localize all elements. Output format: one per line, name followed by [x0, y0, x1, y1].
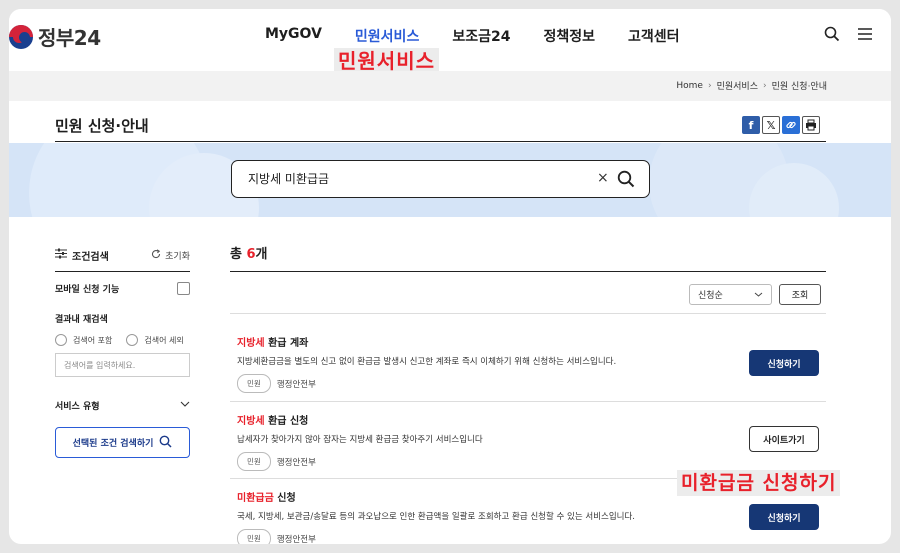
- count-suffix: 개: [255, 247, 268, 262]
- result-title[interactable]: 지방세 환급 신청: [237, 412, 826, 427]
- mobile-filter-label: 모바일 신청 기능: [55, 284, 120, 295]
- filter-sidebar: 조건검색 초기화 모바일 신청 기능 결과내 재검색 검색어 포함 검색어 세외: [55, 245, 190, 458]
- breadcrumb-bar: Home › 민원서비스 › 민원 신청·안내: [9, 71, 891, 101]
- title-highlight: 지방세: [237, 416, 265, 427]
- breadcrumb-current: 민원 신청·안내: [771, 82, 827, 92]
- type-tag: 민원: [237, 529, 271, 544]
- search-icon[interactable]: [824, 26, 840, 46]
- type-tag: 민원: [237, 452, 271, 471]
- reset-label: 초기화: [165, 251, 190, 262]
- site-logo[interactable]: 정부24: [9, 22, 101, 51]
- visit-site-button[interactable]: 사이트가기: [749, 426, 819, 452]
- result-description: 지방세환급금을 별도의 신고 없이 환급금 발생시 신고한 계좌로 즉시 이체하…: [237, 357, 617, 367]
- apply-button[interactable]: 신청하기: [749, 350, 819, 376]
- nav-policy-info[interactable]: 정책정보: [543, 26, 595, 46]
- nav-mygov[interactable]: MyGOV: [265, 26, 322, 46]
- count-prefix: 총: [230, 247, 247, 262]
- title-divider: [55, 141, 826, 142]
- page-title: 민원 신청·안내: [55, 117, 149, 135]
- title-rest: 환급 신청: [264, 416, 309, 427]
- keyword-input[interactable]: [55, 353, 190, 377]
- link-icon[interactable]: [782, 116, 800, 134]
- sort-selected: 신청순: [698, 291, 723, 301]
- org-label: 행정안전부: [276, 379, 316, 390]
- chevron-down-icon[interactable]: [180, 400, 190, 410]
- main-nav: MyGOV 민원서비스 보조금24 정책정보 고객센터: [265, 26, 713, 46]
- result-title[interactable]: 지방세 환급 계좌: [237, 334, 826, 349]
- org-label: 행정안전부: [276, 534, 316, 545]
- sort-select[interactable]: 신청순: [689, 284, 772, 305]
- menu-icon[interactable]: [857, 26, 873, 46]
- count-number: 6: [246, 247, 256, 262]
- sidebar-divider: [55, 271, 190, 272]
- breadcrumb-home[interactable]: Home: [676, 81, 703, 91]
- chevron-right-icon: ›: [707, 80, 712, 91]
- chevron-down-icon: [754, 290, 763, 300]
- clear-icon[interactable]: ×: [597, 170, 609, 186]
- sort-controls: 신청순 조회: [689, 284, 821, 305]
- result-description: 국세, 지방세, 보관금/송달료 등의 과오납으로 인한 환급액을 일괄로 조회…: [237, 512, 635, 522]
- result-description: 납세자가 찾아가지 않아 잠자는 지방세 환급금 찾아주기 서비스입니다: [237, 435, 483, 445]
- sort-apply-button[interactable]: 조회: [779, 284, 821, 305]
- site-header: 정부24 MyGOV 민원서비스 보조금24 정책정보 고객센터 민원서비스: [9, 9, 891, 74]
- search-icon: [159, 435, 172, 451]
- results-panel: 총 6개 신청순 조회 지방세 환급 계좌 지방세환급금을 별도의 신고 없이 …: [230, 245, 826, 544]
- filter-icon: [55, 248, 67, 262]
- title-rest: 환급 계좌: [264, 338, 309, 349]
- share-toolbar: f 𝕏: [742, 116, 822, 134]
- breadcrumb: Home › 민원서비스 › 민원 신청·안내: [676, 79, 827, 93]
- title-rest: 신청: [273, 493, 296, 504]
- breadcrumb-civil-service[interactable]: 민원서비스: [717, 79, 758, 92]
- org-label: 행정안전부: [276, 457, 316, 468]
- government-emblem-icon: [9, 24, 33, 49]
- exclude-radio[interactable]: [126, 334, 139, 346]
- mobile-filter-checkbox[interactable]: [177, 281, 190, 295]
- facebook-icon[interactable]: f: [742, 116, 760, 134]
- results-divider: [230, 271, 826, 272]
- result-item: 지방세 환급 신청 납세자가 찾아가지 않아 잠자는 지방세 환급금 찾아주기 …: [230, 412, 826, 471]
- title-highlight: 지방세: [237, 338, 265, 349]
- include-label: 검색어 포함: [73, 335, 113, 345]
- title-highlight: 미환급금: [237, 493, 274, 504]
- type-tag: 민원: [237, 374, 271, 393]
- nav-civil-service[interactable]: 민원서비스: [355, 26, 419, 46]
- search-input[interactable]: [248, 171, 578, 185]
- apply-filter-button[interactable]: 선택된 조건 검색하기: [55, 427, 190, 458]
- result-item: 미환급금 신청 국세, 지방세, 보관금/송달료 등의 과오납으로 인한 환급액…: [230, 489, 826, 544]
- result-item: 지방세 환급 계좌 지방세환급금을 별도의 신고 없이 환급금 발생시 신고한 …: [230, 334, 826, 393]
- annotation-refund-apply: 미환급금 신청하기: [677, 470, 841, 496]
- include-radio[interactable]: [55, 334, 67, 346]
- result-count: 총 6개: [230, 245, 826, 265]
- search-box: ×: [231, 160, 650, 198]
- nav-customer-center[interactable]: 고객센터: [628, 26, 680, 46]
- search-submit-icon[interactable]: [617, 170, 635, 192]
- search-band: ×: [9, 143, 891, 217]
- apply-button[interactable]: 신청하기: [749, 504, 819, 530]
- print-icon[interactable]: [802, 116, 820, 134]
- nav-subsidy24[interactable]: 보조금24: [452, 26, 510, 46]
- refresh-icon: [151, 248, 161, 262]
- result-search-label: 결과내 재검색: [55, 314, 108, 325]
- list-divider: [230, 401, 826, 402]
- reset-button[interactable]: 초기화: [151, 248, 190, 262]
- browser-page: 정부24 MyGOV 민원서비스 보조금24 정책정보 고객센터 민원서비스 H…: [9, 9, 891, 544]
- filter-heading: 조건검색: [72, 251, 109, 263]
- list-divider: [230, 313, 826, 314]
- x-icon[interactable]: 𝕏: [762, 116, 780, 134]
- chevron-right-icon: ›: [762, 80, 767, 91]
- logo-text: 정부24: [38, 26, 101, 50]
- exclude-label: 검색어 세외: [144, 335, 184, 345]
- service-type-label: 서비스 유형: [55, 401, 100, 412]
- apply-filter-label: 선택된 조건 검색하기: [72, 439, 154, 449]
